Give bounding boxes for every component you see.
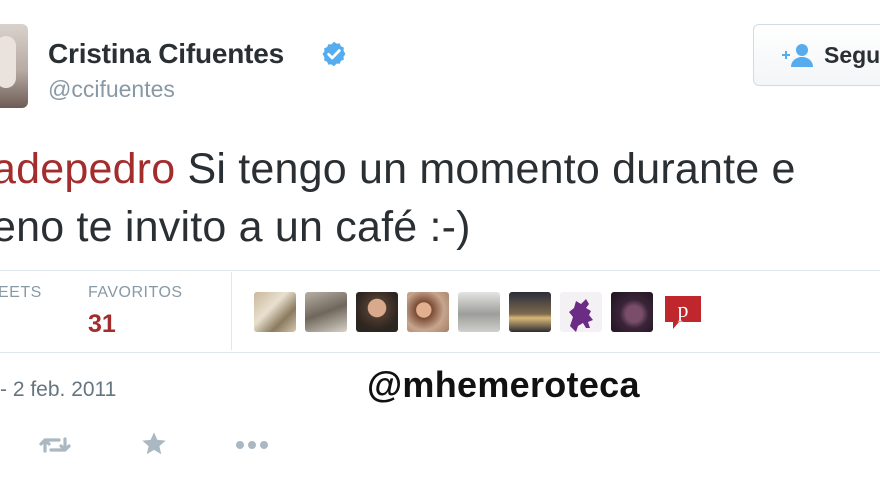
retweet-icon[interactable] <box>37 432 73 458</box>
favoriter-avatar-6[interactable] <box>509 292 551 332</box>
user-handle[interactable]: @ccifuentes <box>48 76 175 103</box>
p-logo-icon: p <box>665 296 701 329</box>
favorites-label[interactable]: FAVORITOS <box>88 284 183 302</box>
favoriter-avatar-4[interactable] <box>407 292 449 332</box>
tweet-line-2: eno te invito a un café :-) <box>0 203 471 251</box>
favoriter-avatar-9[interactable]: p <box>662 292 704 332</box>
verified-badge-icon <box>322 41 346 67</box>
favoriter-avatar-5[interactable] <box>458 292 500 332</box>
lion-emblem-icon <box>569 299 593 332</box>
tweet-timestamp[interactable]: - 2 feb. 2011 <box>0 378 116 402</box>
favoriter-avatar-1[interactable] <box>254 292 296 332</box>
watermark: @mhemeroteca <box>367 364 640 405</box>
add-user-icon <box>782 44 813 67</box>
favoriter-avatar-3[interactable] <box>356 292 398 332</box>
tweet-line-1-text: Si tengo un momento durante e <box>175 145 796 193</box>
follow-button[interactable]: Segu <box>753 24 880 86</box>
profile-avatar[interactable] <box>0 24 28 108</box>
favoriter-avatar-7[interactable] <box>560 292 602 332</box>
tweet-text: adepedro Si tengo un momento durante e e… <box>0 140 880 256</box>
stats-bottom-divider <box>0 352 880 353</box>
favorite-star-icon[interactable] <box>140 430 168 458</box>
mention-link[interactable]: adepedro <box>0 145 175 193</box>
tweet-line-1: adepedro Si tengo un momento durante e <box>0 140 880 198</box>
more-dots-icon[interactable] <box>234 438 270 452</box>
favorites-count[interactable]: 31 <box>88 310 116 339</box>
stats-separator <box>231 272 232 350</box>
favoriter-avatar-2[interactable] <box>305 292 347 332</box>
favoriter-avatar-8[interactable] <box>611 292 653 332</box>
svg-text:p: p <box>678 297 689 322</box>
user-name[interactable]: Cristina Cifuentes <box>48 38 284 70</box>
follow-button-label: Segu <box>824 42 880 68</box>
stats-top-divider <box>0 270 880 271</box>
retweets-label[interactable]: EETS <box>0 284 42 302</box>
